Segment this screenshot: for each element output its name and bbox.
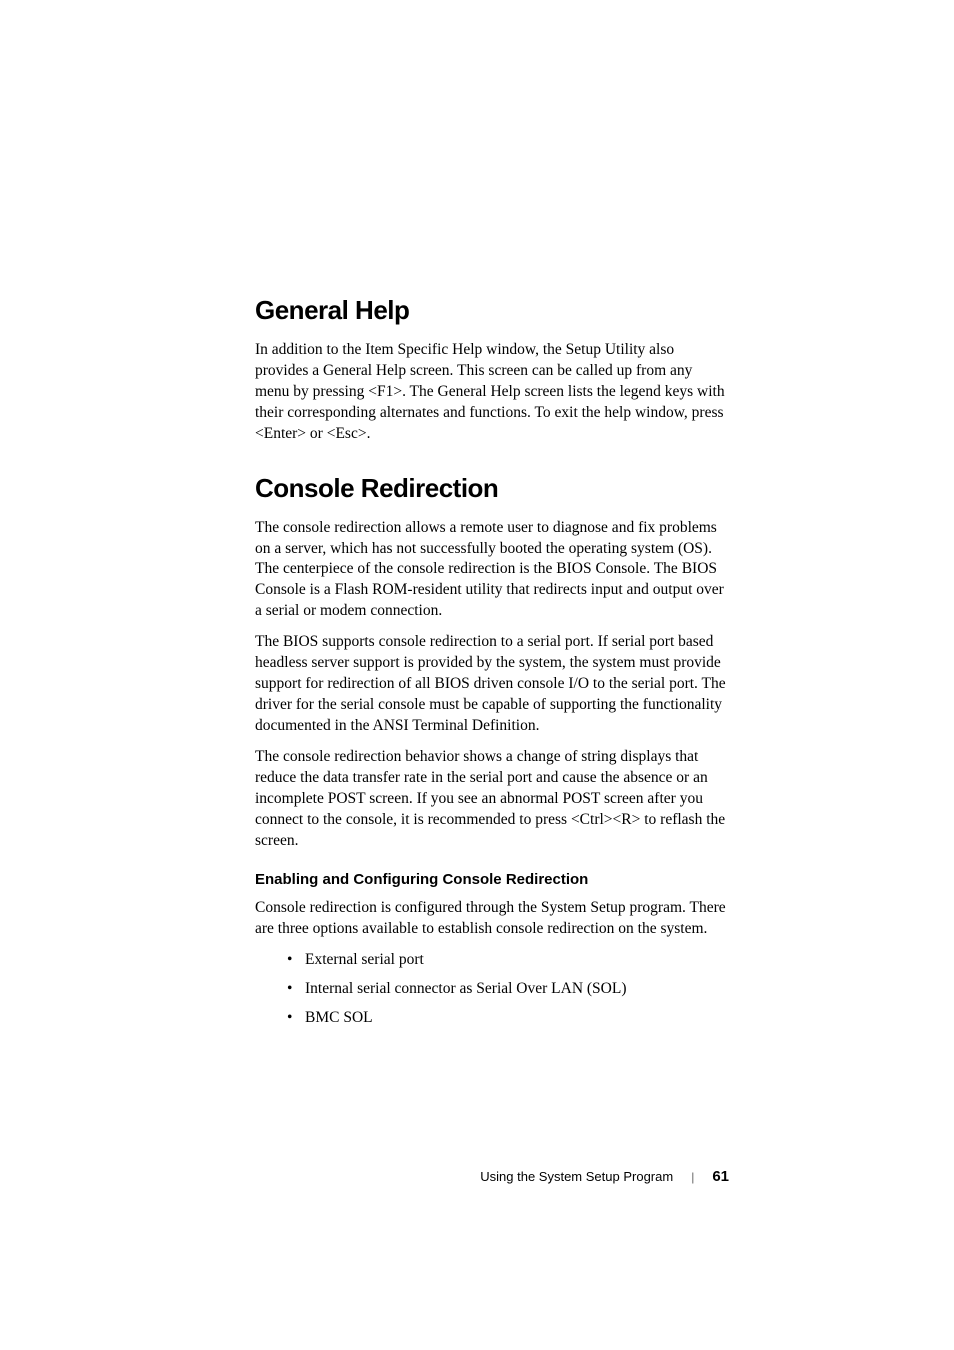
options-list: External serial port Internal serial con… (287, 950, 729, 1029)
paragraph-general-help: In addition to the Item Specific Help wi… (255, 340, 729, 445)
paragraph-cr-1: The console redirection allows a remote … (255, 518, 729, 623)
list-item: BMC SOL (287, 1008, 729, 1029)
paragraph-cr-2: The BIOS supports console redirection to… (255, 632, 729, 737)
paragraph-cr-4: Console redirection is configured throug… (255, 898, 729, 940)
footer-label: Using the System Setup Program (480, 1169, 673, 1184)
footer-divider: | (691, 1170, 694, 1184)
heading-console-redirection: Console Redirection (255, 473, 729, 504)
heading-general-help: General Help (255, 295, 729, 326)
page-content: General Help In addition to the Item Spe… (0, 0, 954, 1029)
paragraph-cr-3: The console redirection behavior shows a… (255, 747, 729, 852)
subheading-enabling-configuring: Enabling and Configuring Console Redirec… (255, 871, 729, 888)
list-item: Internal serial connector as Serial Over… (287, 979, 729, 1000)
list-item: External serial port (287, 950, 729, 971)
page-number: 61 (712, 1168, 729, 1185)
page-footer: Using the System Setup Program | 61 (480, 1168, 729, 1185)
